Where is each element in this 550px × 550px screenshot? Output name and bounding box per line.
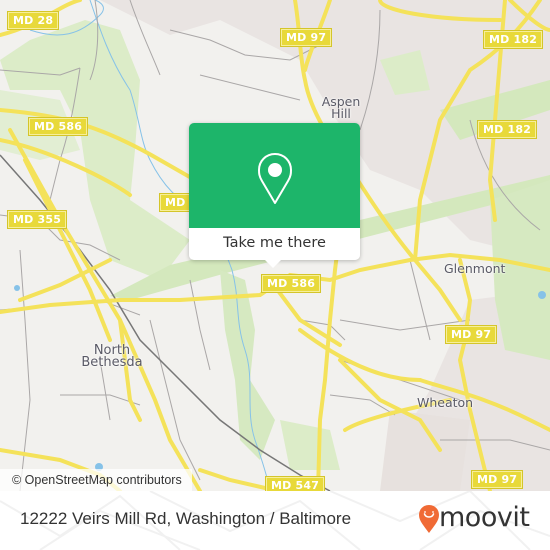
route-shield: MD 586 <box>27 117 89 136</box>
place-label-north-bethesda: North Bethesda <box>77 344 147 370</box>
place-label-line: Glenmont <box>444 261 506 276</box>
route-shield: MD 182 <box>476 120 538 139</box>
place-label-line: Hill <box>331 106 351 121</box>
moovit-wordmark: moovit <box>439 502 530 533</box>
place-label-aspen-hill: Aspen Hill <box>318 95 364 121</box>
route-shield: MD 97 <box>444 325 498 344</box>
map-view[interactable]: MD 28 MD 97 MD 182 MD 586 MD 182 MD 5 MD… <box>0 0 550 491</box>
place-label-line: Wheaton <box>417 395 474 410</box>
residential-area <box>380 410 470 491</box>
place-label-wheaton: Wheaton <box>417 395 474 410</box>
moovit-pin-icon <box>419 505 439 533</box>
park-area <box>280 420 340 470</box>
route-shield: MD 97 <box>279 28 333 47</box>
map-attribution[interactable]: © OpenStreetMap contributors <box>0 469 192 491</box>
route-shield: MD 586 <box>260 274 322 293</box>
route-shield: MD 5 <box>159 193 193 212</box>
route-shield: MD 97 <box>470 470 524 489</box>
place-label-line: Bethesda <box>81 355 143 370</box>
address-text: 12222 Veirs Mill Rd, Washington / Baltim… <box>20 509 352 528</box>
pond <box>14 285 20 291</box>
route-shield: MD 355 <box>6 210 68 229</box>
route-shield: MD 28 <box>6 11 60 30</box>
footer-bar: 12222 Veirs Mill Rd, Washington / Baltim… <box>0 491 550 550</box>
map-pin-icon <box>258 153 292 204</box>
destination-popup[interactable]: Take me there <box>189 123 360 268</box>
popup-pointer <box>265 260 281 268</box>
pond <box>538 291 546 299</box>
route-shield: MD 182 <box>482 30 544 49</box>
route-shield: MD 547 <box>264 476 326 491</box>
take-me-there-button[interactable]: Take me there <box>189 228 360 260</box>
place-label-glenmont: Glenmont <box>444 261 506 276</box>
